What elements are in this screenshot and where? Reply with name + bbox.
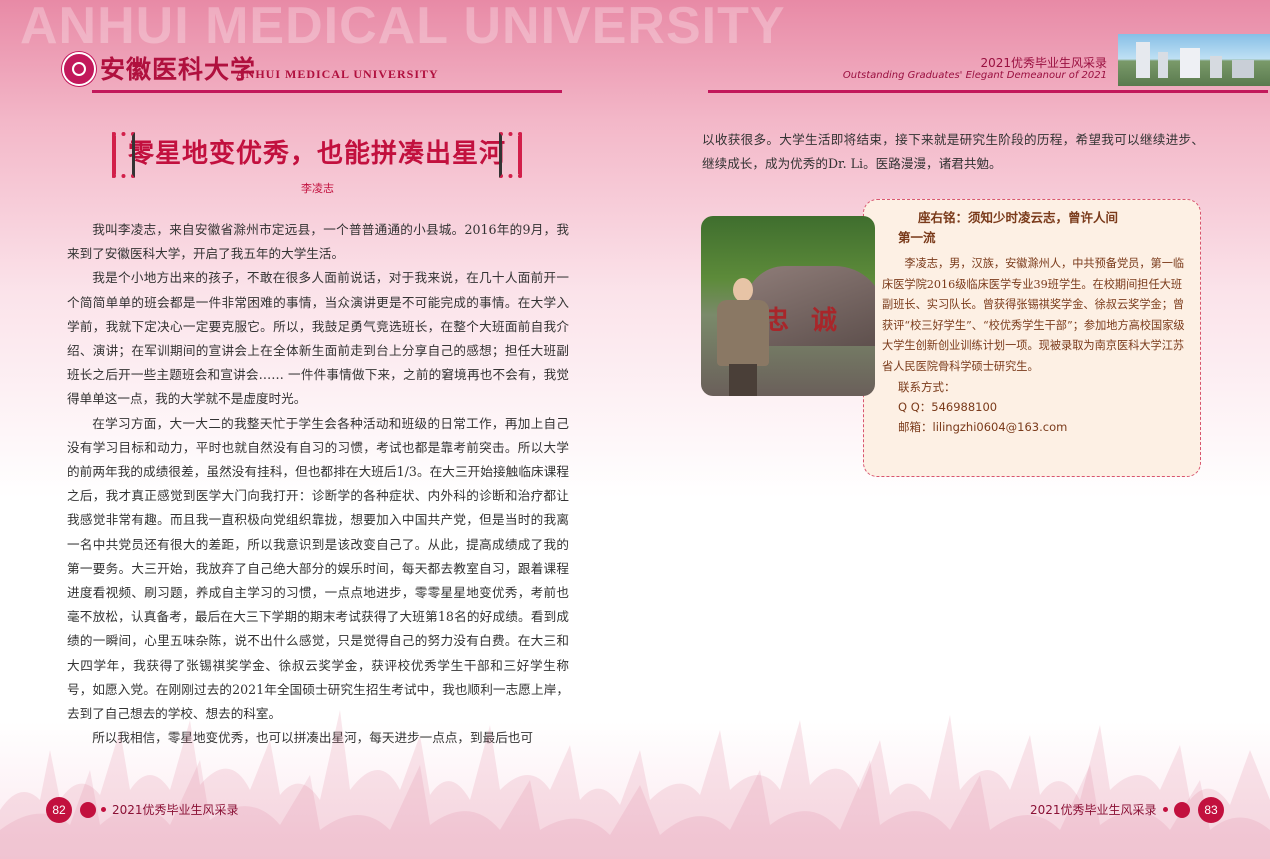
- paragraph: 在学习方面，大一大二的我整天忙于学生会各种活动和班级的日常工作，再加上自己没有学…: [67, 415, 569, 722]
- paragraph: 所以我相信，零星地变优秀，也可以拼凑出星河，每天进步一点点，到最后也可: [92, 730, 533, 746]
- campus-photo: [1118, 34, 1270, 86]
- footer-dot-icon: [80, 802, 96, 818]
- university-seal-icon: [62, 52, 96, 86]
- paragraph: 我叫李凌志，来自安徽省滁州市定远县，一个普普通通的小县城。2016年的9月，我来…: [67, 222, 569, 262]
- header-divider: [92, 90, 562, 93]
- right-page: 2021优秀毕业生风采录 Outstanding Graduates' Eleg…: [635, 0, 1270, 859]
- page-number-right: 83: [1198, 797, 1224, 823]
- footer-small-dot-icon: [1163, 807, 1168, 812]
- page-number-left: 82: [46, 797, 72, 823]
- article-title-box: 零星地变优秀，也能拼凑出星河: [112, 130, 522, 178]
- profile-bio: 李凌志，男，汉族，安徽滁州人，中共预备党员，第一临床医学院2016级临床医学专业…: [882, 257, 1185, 373]
- footer-text-right: 2021优秀毕业生风采录: [1030, 803, 1157, 817]
- article-title: 零星地变优秀，也能拼凑出星河: [127, 138, 506, 169]
- article-continuation: 以收获很多。大学生活即将结束，接下来就是研究生阶段的历程，希望我可以继续进步、继…: [702, 128, 1204, 176]
- stone-inscription: 忠诚: [763, 306, 860, 336]
- contact-label: 联系方式：: [898, 380, 956, 394]
- series-title: 2021优秀毕业生风采录: [980, 56, 1107, 70]
- paragraph: 我是个小地方出来的孩子，不敢在很多人面前说话，对于我来说，在几十人面前开一个简简…: [67, 270, 569, 407]
- university-logo-cn: 安徽医科大学: [100, 55, 257, 84]
- contact-qq: Q Q：546988100: [898, 400, 998, 414]
- article-body: 我叫李凌志，来自安徽省滁州市定远县，一个普普通通的小县城。2016年的9月，我来…: [67, 218, 569, 750]
- footer-dot-icon: [1174, 802, 1190, 818]
- magazine-spread: ANHUI MEDICAL UNIVERSITY 安徽医科大学 ANHUI ME…: [0, 0, 1270, 859]
- left-page: ANHUI MEDICAL UNIVERSITY 安徽医科大学 ANHUI ME…: [0, 0, 785, 859]
- title-bracket-right-icon: [499, 132, 522, 178]
- paragraph: 以收获很多。大学生活即将结束，接下来就是研究生阶段的历程，希望我可以继续进步、继…: [702, 132, 1204, 172]
- contact-email: 邮箱：lilingzhi0604@163.com: [898, 420, 1068, 434]
- profile-motto: 座右铭：须知少时凌云志，曾许人间 第一流: [898, 208, 1186, 248]
- motto-line-2: 第一流: [898, 230, 936, 245]
- student-figure: [717, 278, 769, 396]
- portrait-photo: 忠诚: [701, 216, 875, 396]
- profile-box: 座右铭：须知少时凌云志，曾许人间 第一流 李凌志，男，汉族，安徽滁州人，中共预备…: [863, 199, 1201, 477]
- footer-small-dot-icon: [101, 807, 106, 812]
- footer-text-left: 2021优秀毕业生风采录: [112, 803, 239, 817]
- header-divider: [708, 90, 1268, 93]
- profile-contact: 联系方式： Q Q：546988100 邮箱：lilingzhi0604@163…: [898, 377, 1186, 437]
- title-bracket-left-icon: [112, 132, 135, 178]
- article-author: 李凌志: [301, 182, 334, 195]
- series-subtitle: Outstanding Graduates' Elegant Demeanour…: [842, 70, 1107, 81]
- motto-line-1: 座右铭：须知少时凌云志，曾许人间: [918, 210, 1119, 225]
- university-logo-en: ANHUI MEDICAL UNIVERSITY: [236, 67, 439, 81]
